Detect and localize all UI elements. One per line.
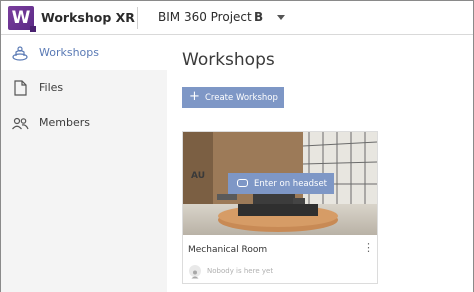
sidebar-item-members[interactable]: Members: [1, 106, 167, 140]
project-badge[interactable]: B: [254, 10, 263, 24]
app-title: Workshop XR: [41, 10, 135, 25]
project-name[interactable]: BIM 360 Project: [158, 10, 252, 24]
file-icon: [14, 80, 27, 96]
page-title: Workshops: [182, 50, 275, 70]
headset-icon: [237, 179, 248, 187]
sidebar-item-label: Members: [39, 116, 90, 129]
sidebar-item-label: Files: [39, 81, 64, 94]
app-logo[interactable]: W: [8, 6, 36, 32]
main-content: Workshops + Create Workshop AU Enter on …: [167, 36, 473, 292]
plus-icon: +: [189, 89, 200, 104]
create-workshop-button[interactable]: + Create Workshop: [182, 87, 284, 108]
sidebar: Workshops Files Members: [1, 36, 167, 292]
workshop-thumbnail[interactable]: AU Enter on headset: [183, 132, 377, 235]
workshops-icon: [12, 46, 28, 61]
sidebar-item-workshops[interactable]: Workshops: [1, 36, 167, 70]
sidebar-item-label: Workshops: [39, 46, 100, 59]
presence-status: Nobody is here yet: [207, 267, 274, 275]
enter-on-headset-label: Enter on headset: [254, 178, 328, 189]
workshop-title: Mechanical Room: [188, 245, 268, 255]
workshop-card[interactable]: AU Enter on headset Mechanical Room ⋮ No…: [182, 131, 378, 284]
enter-on-headset-button[interactable]: Enter on headset: [228, 173, 334, 194]
sidebar-item-files[interactable]: Files: [1, 71, 167, 105]
top-bar: W Workshop XR BIM 360 Project B: [1, 1, 473, 35]
members-icon: [12, 117, 29, 130]
app-window: W Workshop XR BIM 360 Project B Workshop…: [0, 0, 474, 292]
create-workshop-label: Create Workshop: [205, 92, 278, 103]
avatar: [189, 265, 201, 279]
header-divider: [137, 7, 138, 29]
user-icon: [191, 270, 199, 279]
svg-text:AU: AU: [191, 171, 205, 181]
chevron-down-icon[interactable]: [277, 15, 285, 20]
more-options-icon[interactable]: ⋮: [363, 242, 374, 253]
